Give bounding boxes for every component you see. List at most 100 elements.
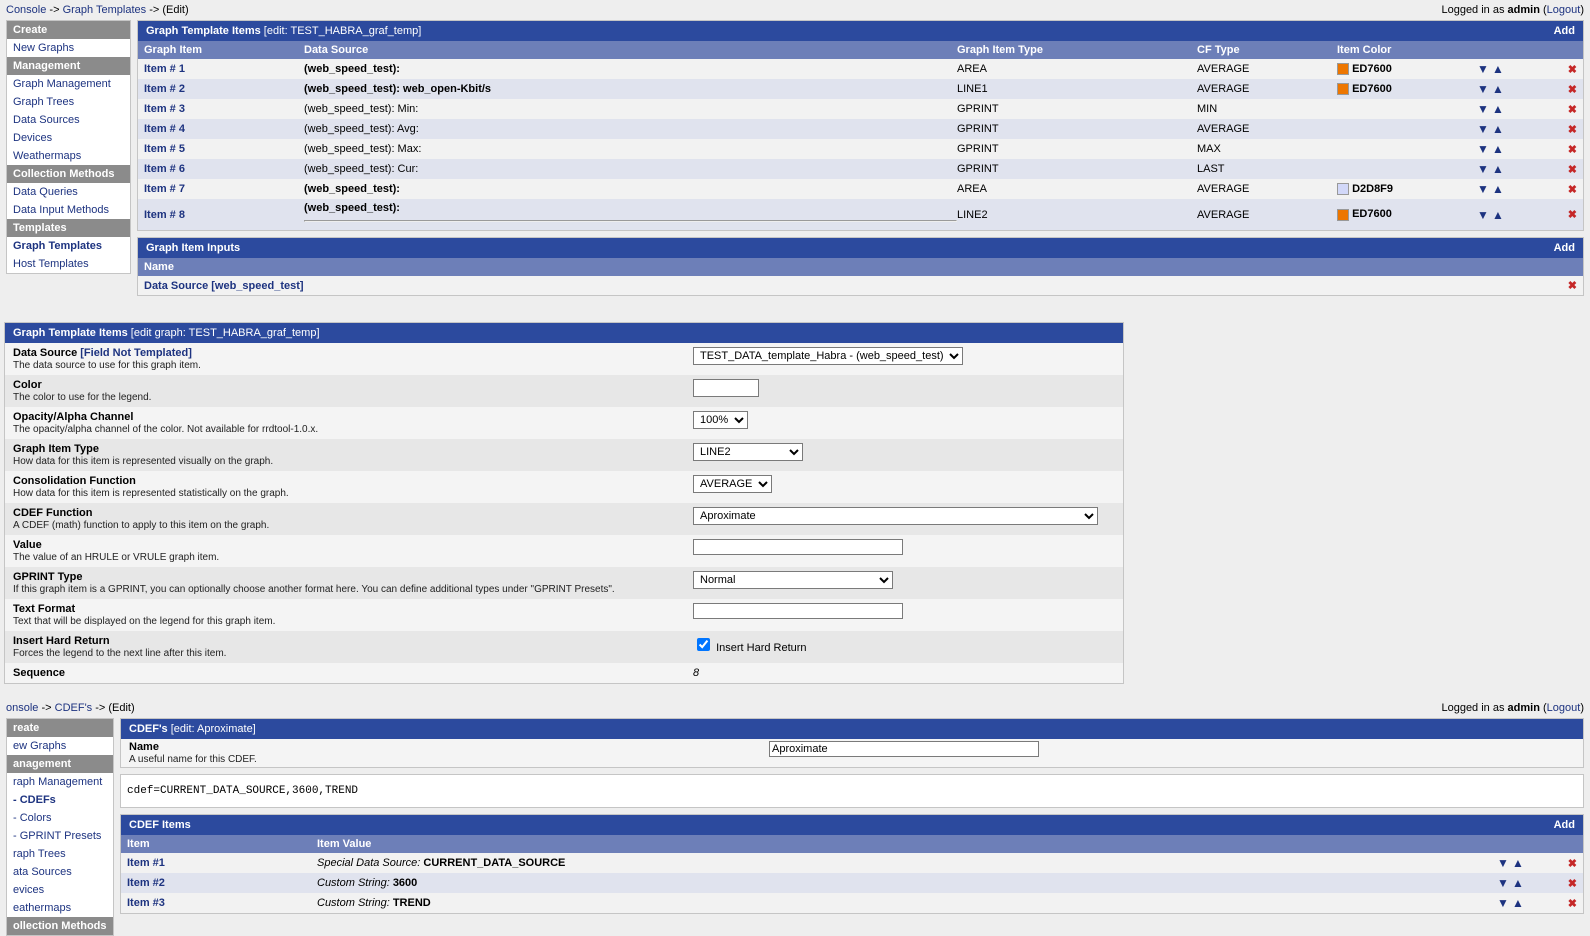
graph-item-row: Item # 8(web_speed_test): LINE2AVERAGE E…: [138, 199, 1583, 230]
cdef-item-link[interactable]: Item #2: [127, 877, 165, 889]
color-swatch: [1337, 209, 1349, 221]
graph-item-link[interactable]: Item # 8: [144, 209, 185, 221]
sidebar2-weathermaps[interactable]: eathermaps: [7, 899, 113, 917]
color-swatch: [1337, 63, 1349, 75]
move-up-icon[interactable]: ▲: [1512, 896, 1524, 910]
move-up-icon[interactable]: ▲: [1512, 856, 1524, 870]
gprint-type-select[interactable]: Normal: [693, 571, 893, 589]
graph-item-ds: (web_speed_test):: [304, 183, 957, 195]
value-input[interactable]: [693, 539, 903, 555]
cdef-item-link[interactable]: Item #3: [127, 897, 165, 909]
cdef-item-row: Item #3Custom String: TREND▼ ▲✖: [121, 893, 1583, 913]
sidebar-2: reate ew Graphs anagement raph Managemen…: [6, 718, 114, 936]
crumb-console[interactable]: Console: [6, 4, 46, 16]
add-graph-input-button[interactable]: Add: [1554, 242, 1575, 254]
sidebar-item-graph-mgmt[interactable]: Graph Management: [7, 75, 130, 93]
cdef-function-select[interactable]: Aproximate: [693, 507, 1098, 525]
graph-item-link[interactable]: Item # 6: [144, 163, 185, 175]
crumb-graph-templates[interactable]: Graph Templates: [63, 4, 147, 16]
move-down-icon[interactable]: ▼: [1497, 856, 1509, 870]
insert-hard-return-checkbox[interactable]: [697, 638, 710, 651]
logout-link[interactable]: Logout: [1547, 4, 1581, 16]
sidebar-item-data-sources[interactable]: Data Sources: [7, 111, 130, 129]
move-up-icon[interactable]: ▲: [1512, 876, 1524, 890]
sidebar-item-graph-trees[interactable]: Graph Trees: [7, 93, 130, 111]
delete-icon[interactable]: ✖: [1568, 104, 1577, 116]
graph-item-link[interactable]: Item # 4: [144, 123, 185, 135]
move-up-icon[interactable]: ▲: [1492, 102, 1504, 116]
color-select[interactable]: ED7600: [693, 379, 759, 397]
sidebar-item-new-graphs[interactable]: New Graphs: [7, 39, 130, 57]
graph-item-type-select[interactable]: LINE2: [693, 443, 803, 461]
move-up-icon[interactable]: ▲: [1492, 62, 1504, 76]
sidebar-header-management: Management: [7, 57, 130, 75]
move-down-icon[interactable]: ▼: [1477, 122, 1489, 136]
delete-icon[interactable]: ✖: [1568, 878, 1577, 890]
opacity-select[interactable]: 100%: [693, 411, 748, 429]
sidebar-item-data-input[interactable]: Data Input Methods: [7, 201, 130, 219]
sidebar-item-devices[interactable]: Devices: [7, 129, 130, 147]
add-graph-item-button[interactable]: Add: [1554, 25, 1575, 37]
delete-icon[interactable]: ✖: [1568, 84, 1577, 96]
graph-item-row: Item # 3(web_speed_test): Min:GPRINTMIN▼…: [138, 99, 1583, 119]
graph-item-link[interactable]: Item # 7: [144, 183, 185, 195]
graph-item-color: ED7600: [1337, 63, 1477, 75]
graph-item-cf: AVERAGE: [1197, 123, 1337, 135]
crumb-console-2[interactable]: onsole: [6, 702, 38, 714]
graph-item-link[interactable]: Item # 1: [144, 63, 185, 75]
sidebar2-new-graphs[interactable]: ew Graphs: [7, 737, 113, 755]
delete-icon[interactable]: ✖: [1568, 858, 1577, 870]
sidebar2-gprint[interactable]: - GPRINT Presets: [7, 827, 113, 845]
cdef-name-input[interactable]: [769, 741, 1039, 757]
move-down-icon[interactable]: ▼: [1477, 82, 1489, 96]
sidebar-item-host-templates[interactable]: Host Templates: [7, 255, 130, 273]
delete-icon[interactable]: ✖: [1568, 898, 1577, 910]
graph-item-type: LINE1: [957, 83, 1197, 95]
graph-item-cf: LAST: [1197, 163, 1337, 175]
consolidation-select[interactable]: AVERAGE: [693, 475, 772, 493]
move-up-icon[interactable]: ▲: [1492, 162, 1504, 176]
delete-icon[interactable]: ✖: [1568, 280, 1577, 292]
data-source-select[interactable]: TEST_DATA_template_Habra - (web_speed_te…: [693, 347, 963, 365]
graph-item-link[interactable]: Item # 2: [144, 83, 185, 95]
sidebar2-graph-trees[interactable]: raph Trees: [7, 845, 113, 863]
graph-input-row[interactable]: Data Source [web_speed_test]: [144, 280, 304, 292]
breadcrumb-2: onsole -> CDEF's -> (Edit): [6, 702, 135, 714]
move-down-icon[interactable]: ▼: [1477, 182, 1489, 196]
move-down-icon[interactable]: ▼: [1497, 896, 1509, 910]
text-format-input[interactable]: [693, 603, 903, 619]
move-down-icon[interactable]: ▼: [1477, 102, 1489, 116]
move-down-icon[interactable]: ▼: [1477, 142, 1489, 156]
delete-icon[interactable]: ✖: [1568, 164, 1577, 176]
move-up-icon[interactable]: ▲: [1492, 208, 1504, 222]
delete-icon[interactable]: ✖: [1568, 184, 1577, 196]
move-up-icon[interactable]: ▲: [1492, 142, 1504, 156]
crumb-cdefs[interactable]: CDEF's: [55, 702, 93, 714]
move-up-icon[interactable]: ▲: [1492, 82, 1504, 96]
move-down-icon[interactable]: ▼: [1477, 162, 1489, 176]
sidebar-item-weathermaps[interactable]: Weathermaps: [7, 147, 130, 165]
sidebar2-data-sources[interactable]: ata Sources: [7, 863, 113, 881]
sidebar-item-data-queries[interactable]: Data Queries: [7, 183, 130, 201]
graph-item-link[interactable]: Item # 3: [144, 103, 185, 115]
delete-icon[interactable]: ✖: [1568, 209, 1577, 221]
graph-template-items-panel: Graph Template Items [edit: TEST_HABRA_g…: [137, 20, 1584, 231]
delete-icon[interactable]: ✖: [1568, 144, 1577, 156]
move-down-icon[interactable]: ▼: [1477, 208, 1489, 222]
add-cdef-item-button[interactable]: Add: [1554, 819, 1575, 831]
breadcrumb-bar-2: onsole -> CDEF's -> (Edit) Logged in as …: [0, 698, 1590, 718]
cdef-item-link[interactable]: Item #1: [127, 857, 165, 869]
move-up-icon[interactable]: ▲: [1492, 182, 1504, 196]
delete-icon[interactable]: ✖: [1568, 64, 1577, 76]
delete-icon[interactable]: ✖: [1568, 124, 1577, 136]
logout-link-2[interactable]: Logout: [1547, 702, 1581, 714]
move-down-icon[interactable]: ▼: [1497, 876, 1509, 890]
graph-item-link[interactable]: Item # 5: [144, 143, 185, 155]
sidebar2-devices[interactable]: evices: [7, 881, 113, 899]
sidebar2-cdefs[interactable]: - CDEFs: [7, 791, 113, 809]
move-down-icon[interactable]: ▼: [1477, 62, 1489, 76]
sidebar2-colors[interactable]: - Colors: [7, 809, 113, 827]
move-up-icon[interactable]: ▲: [1492, 122, 1504, 136]
sidebar-item-graph-templates[interactable]: Graph Templates: [7, 237, 130, 255]
sidebar2-graph-mgmt[interactable]: raph Management: [7, 773, 113, 791]
